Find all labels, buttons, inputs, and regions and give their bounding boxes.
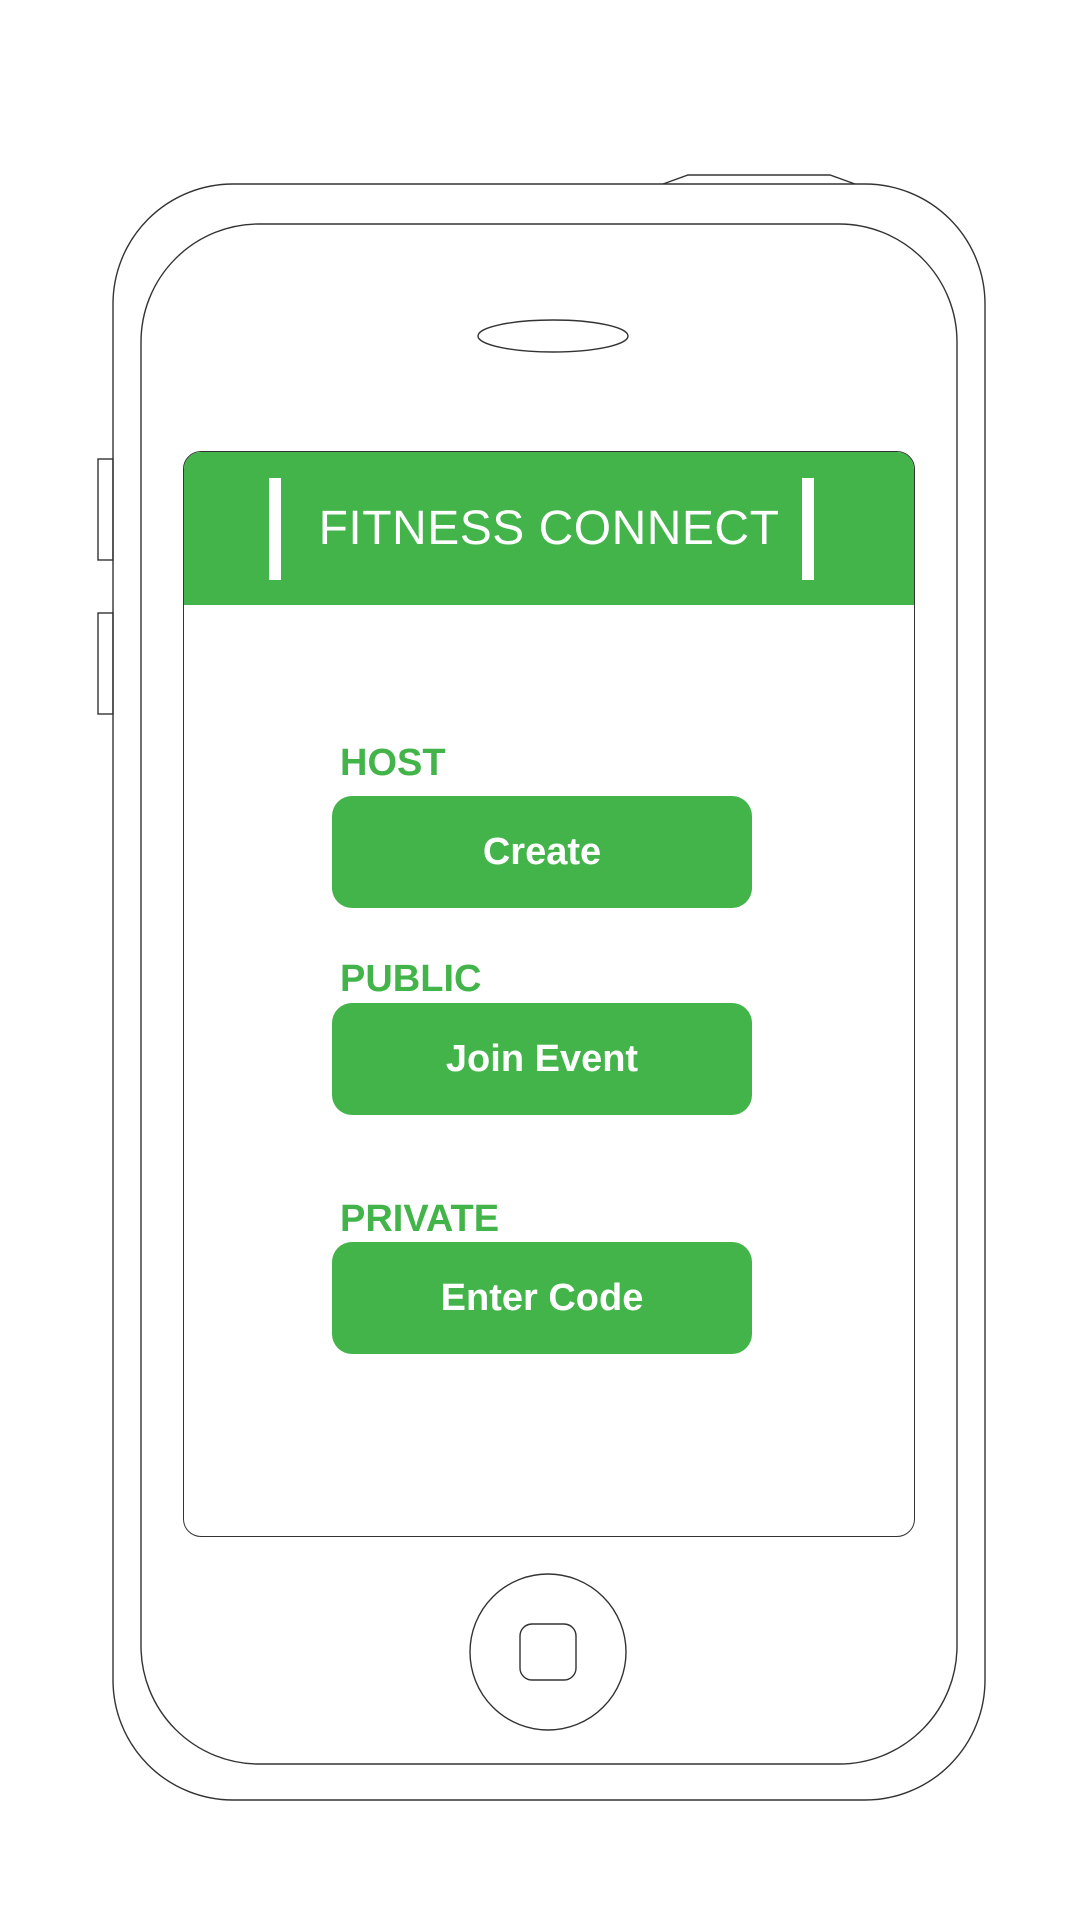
create-button[interactable]: Create: [332, 796, 752, 908]
sleep-button: [662, 174, 856, 185]
join-event-button[interactable]: Join Event: [332, 1003, 752, 1115]
app-screen: FITNESS CONNECT HOST Create PUBLIC Join …: [183, 451, 915, 1537]
app-header: FITNESS CONNECT: [184, 452, 914, 605]
home-button-icon: [519, 1623, 577, 1681]
enter-code-button[interactable]: Enter Code: [332, 1242, 752, 1354]
private-section-label: PRIVATE: [340, 1198, 500, 1240]
volume-down-button: [97, 612, 114, 715]
public-section-label: PUBLIC: [340, 958, 482, 1000]
volume-up-button: [97, 458, 114, 561]
header-divider-right: [802, 478, 814, 580]
host-section-label: HOST: [340, 742, 446, 784]
earpiece-speaker-icon: [477, 319, 629, 353]
home-button-outer: [469, 1573, 627, 1731]
